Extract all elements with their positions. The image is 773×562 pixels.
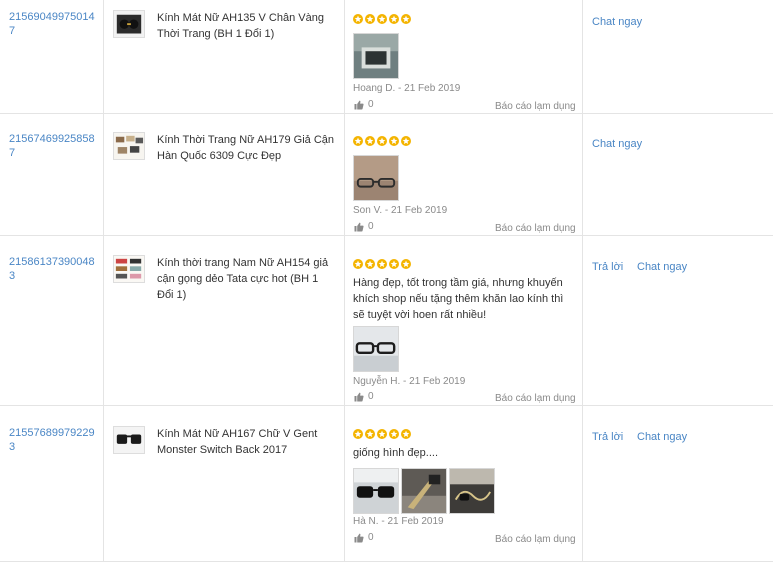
- star-icon: [365, 259, 375, 269]
- column-divider: [344, 406, 345, 561]
- review-text: Hàng đẹp, tốt trong tầm giá, nhưng khuyế…: [353, 277, 564, 321]
- thumbs-up-icon: [354, 100, 364, 109]
- review-photo[interactable]: [353, 468, 399, 514]
- product-thumbnail[interactable]: [113, 10, 145, 38]
- star-icon: [377, 14, 387, 24]
- chat-now-link[interactable]: Chat ngay: [637, 431, 687, 443]
- reviewer-info: Hoang D. - 21 Feb 2019: [353, 83, 461, 94]
- like-counter[interactable]: 0: [354, 99, 374, 110]
- review-photo[interactable]: [449, 468, 495, 514]
- chat-now-link[interactable]: Chat ngay: [592, 16, 642, 28]
- table-row: 215861373900483 Kính thời trang Nam Nữ A…: [0, 236, 773, 406]
- review-photo[interactable]: [353, 326, 399, 372]
- reply-link[interactable]: Trả lời: [592, 261, 623, 273]
- order-id-link[interactable]: 215576899792293: [9, 426, 99, 454]
- product-name[interactable]: Kính Mát Nữ AH167 Chữ V Gent Monster Swi…: [157, 426, 337, 458]
- like-counter[interactable]: 0: [354, 532, 374, 543]
- rating-stars: [353, 14, 411, 24]
- column-divider: [344, 0, 345, 113]
- column-divider: [103, 114, 104, 235]
- product-thumbnail[interactable]: [113, 255, 145, 283]
- star-icon: [389, 14, 399, 24]
- product-name[interactable]: Kính Mát Nữ AH135 V Chân Vàng Thời Trang…: [157, 10, 337, 42]
- star-icon: [377, 259, 387, 269]
- reviewer-info: Nguyễn H. - 21 Feb 2019: [353, 376, 466, 387]
- star-icon: [401, 136, 411, 146]
- star-icon: [353, 14, 363, 24]
- rating-stars: [353, 429, 411, 439]
- column-divider: [582, 236, 583, 405]
- product-thumbnail[interactable]: [113, 132, 145, 160]
- report-abuse-link[interactable]: Báo cáo lạm dụng: [495, 101, 576, 112]
- column-divider: [103, 406, 104, 561]
- order-id-link[interactable]: 215690499750147: [9, 10, 99, 38]
- review-photo[interactable]: [401, 468, 447, 514]
- like-count: 0: [368, 391, 374, 402]
- rating-stars: [353, 136, 411, 146]
- star-icon: [401, 14, 411, 24]
- column-divider: [103, 0, 104, 113]
- like-counter[interactable]: 0: [354, 221, 374, 232]
- star-icon: [389, 259, 399, 269]
- star-icon: [389, 429, 399, 439]
- chat-now-link[interactable]: Chat ngay: [592, 138, 642, 150]
- reviewer-info: Son V. - 21 Feb 2019: [353, 205, 448, 216]
- star-icon: [365, 429, 375, 439]
- star-icon: [353, 429, 363, 439]
- thumbs-up-icon: [354, 222, 364, 231]
- column-divider: [582, 0, 583, 113]
- table-row: 215674699258587 Kính Thời Trang Nữ AH179…: [0, 114, 773, 236]
- like-count: 0: [368, 99, 374, 110]
- report-abuse-link[interactable]: Báo cáo lạm dụng: [495, 223, 576, 234]
- review-photo[interactable]: [353, 155, 399, 201]
- column-divider: [582, 406, 583, 561]
- star-icon: [365, 136, 375, 146]
- column-divider: [344, 236, 345, 405]
- like-count: 0: [368, 221, 374, 232]
- product-name[interactable]: Kính Thời Trang Nữ AH179 Giả Cận Hàn Quố…: [157, 132, 337, 164]
- column-divider: [103, 236, 104, 405]
- table-row: 215576899792293 Kính Mát Nữ AH167 Chữ V …: [0, 406, 773, 562]
- chat-now-link[interactable]: Chat ngay: [637, 261, 687, 273]
- column-divider: [344, 114, 345, 235]
- product-name[interactable]: Kính thời trang Nam Nữ AH154 giả cận gọn…: [157, 255, 337, 303]
- star-icon: [353, 259, 363, 269]
- reply-link[interactable]: Trả lời: [592, 431, 623, 443]
- star-icon: [365, 14, 375, 24]
- thumbs-up-icon: [354, 392, 364, 401]
- reviewer-info: Hà N. - 21 Feb 2019: [353, 516, 444, 527]
- order-id-link[interactable]: 215861373900483: [9, 255, 99, 283]
- star-icon: [401, 259, 411, 269]
- review-text: giống hình đẹp....: [353, 447, 439, 459]
- like-count: 0: [368, 532, 374, 543]
- product-thumbnail[interactable]: [113, 426, 145, 454]
- order-id-link[interactable]: 215674699258587: [9, 132, 99, 160]
- star-icon: [353, 136, 363, 146]
- table-row: 215690499750147 Kính Mát Nữ AH135 V Chân…: [0, 0, 773, 114]
- report-abuse-link[interactable]: Báo cáo lạm dụng: [495, 534, 576, 545]
- thumbs-up-icon: [354, 533, 364, 542]
- column-divider: [582, 114, 583, 235]
- star-icon: [389, 136, 399, 146]
- like-counter[interactable]: 0: [354, 391, 374, 402]
- star-icon: [377, 136, 387, 146]
- rating-stars: [353, 259, 411, 269]
- review-photo[interactable]: [353, 33, 399, 79]
- report-abuse-link[interactable]: Báo cáo lạm dụng: [495, 393, 576, 404]
- star-icon: [401, 429, 411, 439]
- star-icon: [377, 429, 387, 439]
